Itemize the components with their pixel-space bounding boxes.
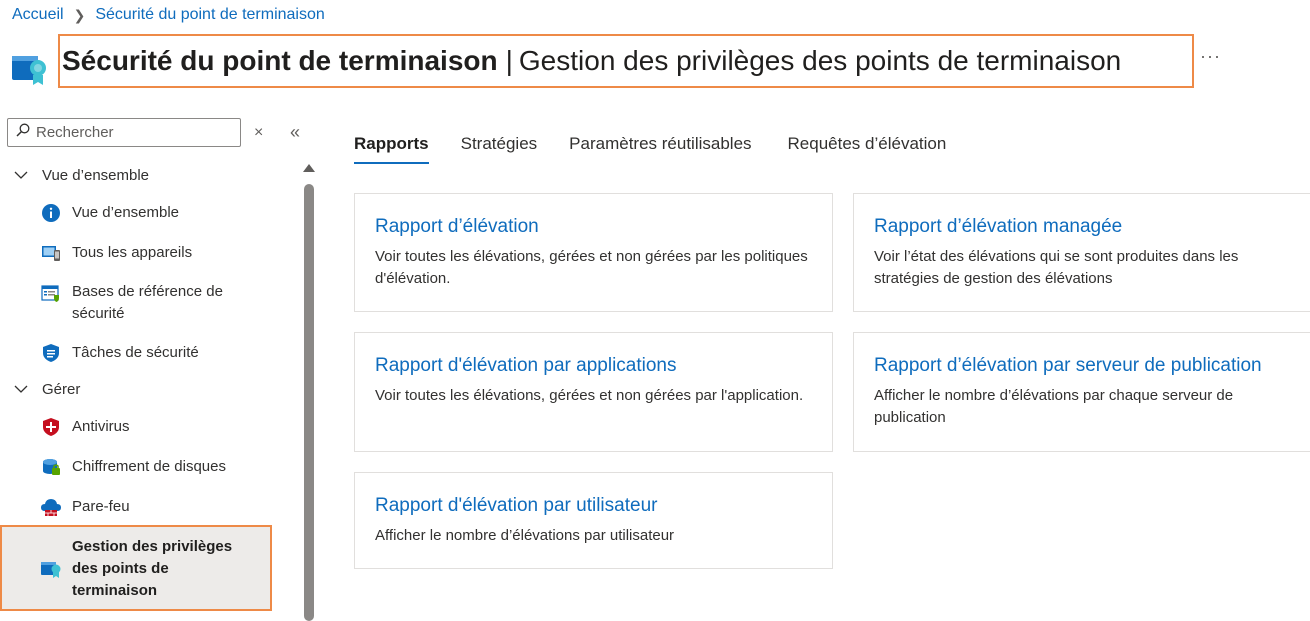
security-baseline-icon [40, 282, 62, 304]
page-title: Sécurité du point de terminaison [62, 45, 498, 76]
info-icon [40, 202, 62, 224]
search-box[interactable] [7, 118, 241, 147]
nav-group-label: Gérer [42, 380, 81, 398]
antivirus-shield-icon [40, 416, 62, 438]
scroll-up-arrow-icon[interactable] [303, 164, 315, 172]
card-elevation-report[interactable]: Rapport d’élévation Voir toutes les élév… [354, 193, 833, 312]
sidebar-item-antivirus[interactable]: Antivirus [0, 416, 300, 438]
sidebar-item-disk-encryption[interactable]: Chiffrement de disques [0, 456, 300, 478]
tab-elevation-requests[interactable]: Requêtes d’élévation [788, 134, 947, 164]
clear-search-button[interactable]: × [254, 124, 263, 142]
card-elevation-by-user-report[interactable]: Rapport d'élévation par utilisateur Affi… [354, 472, 833, 569]
chevron-right-icon: ❯ [73, 6, 86, 23]
card-managed-elevation-report[interactable]: Rapport d’élévation managée Voir l’état … [853, 193, 1310, 312]
card-description: Voir l’état des élévations qui se sont p… [874, 248, 1239, 287]
disk-encryption-icon [40, 456, 62, 478]
sidebar-item-all-devices[interactable]: Tous les appareils [0, 242, 300, 264]
scrollbar-thumb[interactable] [304, 184, 314, 621]
sidebar-item-label: Tous les appareils [72, 244, 193, 261]
sidebar: × « Vue d’ensemble Vue d’ensemble Tous l… [0, 112, 318, 621]
sidebar-item-firewall[interactable]: Pare-feu [0, 496, 300, 518]
sidebar-item-endpoint-privilege-management[interactable]: Gestion des privilèges des points de ter… [0, 525, 272, 611]
sidebar-item-label: Vue d’ensemble [72, 204, 180, 221]
page-title-box: Sécurité du point de terminaison | Gesti… [58, 34, 1194, 88]
page-subtitle: Gestion des privilèges des points de ter… [518, 45, 1122, 76]
page-header: Sécurité du point de terminaison | Gesti… [12, 34, 1220, 98]
sidebar-item-label: Tâches de sécurité [72, 344, 199, 361]
search-icon [16, 123, 30, 142]
security-tasks-icon [40, 342, 62, 364]
sidebar-scrollbar[interactable] [303, 164, 315, 621]
sidebar-item-label: Antivirus [72, 418, 130, 435]
card-elevation-by-publisher-report[interactable]: Rapport d’élévation par serveur de publi… [853, 332, 1310, 452]
card-title[interactable]: Rapport d'élévation par applications [375, 355, 812, 377]
card-description: Afficher le nombre d’élévations par util… [375, 527, 675, 544]
search-input[interactable] [36, 124, 226, 141]
card-description: Voir toutes les élévations, gérées et no… [375, 387, 804, 404]
sidebar-nav: Vue d’ensemble Vue d’ensemble Tous les a… [0, 160, 300, 611]
breadcrumb-current-link[interactable]: Sécurité du point de terminaison [95, 6, 324, 24]
sidebar-item-label: Bases de référence de sécurité [72, 283, 223, 322]
chevron-down-icon [14, 385, 30, 393]
report-tabs: Rapports Stratégies Paramètres réutilisa… [354, 134, 978, 164]
nav-group-manage[interactable]: Gérer [0, 374, 300, 404]
card-description: Voir toutes les élévations, gérées et no… [375, 248, 808, 287]
nav-group-label: Vue d’ensemble [42, 166, 150, 184]
devices-icon [40, 242, 62, 264]
firewall-icon [40, 496, 62, 518]
card-title[interactable]: Rapport d'élévation par utilisateur [375, 495, 812, 517]
tab-reusable-settings[interactable]: Paramètres réutilisables [569, 134, 751, 164]
breadcrumb-home-link[interactable]: Accueil [12, 6, 64, 24]
breadcrumb: Accueil ❯ Sécurité du point de terminais… [12, 6, 325, 24]
sidebar-item-label: Pare-feu [72, 498, 130, 515]
card-title[interactable]: Rapport d’élévation par serveur de publi… [874, 355, 1290, 377]
card-description: Afficher le nombre d’élévations par chaq… [874, 387, 1234, 426]
more-options-button[interactable]: ··· [1200, 46, 1221, 67]
tab-policies[interactable]: Stratégies [461, 134, 538, 164]
chevron-down-icon [14, 171, 30, 179]
sidebar-item-security-tasks[interactable]: Tâches de sécurité [0, 342, 300, 364]
sidebar-item-label: Chiffrement de disques [72, 458, 226, 475]
card-elevation-by-application-report[interactable]: Rapport d'élévation par applications Voi… [354, 332, 833, 452]
nav-group-overview[interactable]: Vue d’ensemble [0, 160, 300, 190]
card-title[interactable]: Rapport d’élévation managée [874, 216, 1290, 238]
tab-reports[interactable]: Rapports [354, 134, 429, 164]
sidebar-item-security-baselines[interactable]: Bases de référence de sécurité [0, 281, 300, 325]
title-separator: | [505, 45, 513, 76]
collapse-sidebar-button[interactable]: « [290, 122, 300, 143]
card-title[interactable]: Rapport d’élévation [375, 216, 812, 238]
sidebar-item-label: Gestion des privilèges des points de ter… [72, 538, 233, 599]
sidebar-item-overview[interactable]: Vue d’ensemble [0, 202, 300, 224]
endpoint-security-logo-icon [12, 48, 50, 88]
privilege-management-icon [40, 558, 62, 580]
